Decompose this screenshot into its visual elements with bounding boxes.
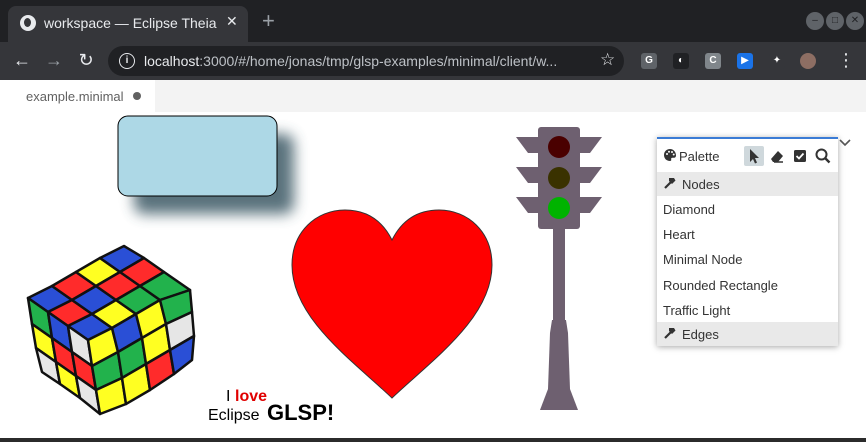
new-tab-button[interactable]: + [262,8,275,34]
bookmark-star-icon[interactable]: ☆ [600,50,615,70]
palette-header: Palette [657,139,838,172]
heart-node[interactable] [291,209,493,399]
forward-button[interactable]: → [42,50,66,71]
validate-tool-icon[interactable] [790,146,810,166]
hammer-icon [664,178,676,189]
c-extension-icon[interactable]: C [705,53,721,69]
text-eclipse[interactable]: Eclipse [208,407,260,424]
hammer-icon [664,328,676,339]
tool-palette: Palette Nodes Diamond Heart Minimal Node… [657,137,838,346]
circle-extension-icon[interactable]: ◐ [673,53,689,69]
tab-title: workspace — Eclipse Theia [44,15,217,31]
palette-group-label: Nodes [682,177,720,192]
text-i[interactable]: I [226,388,230,405]
reload-button[interactable]: ↻ [74,50,98,71]
traffic-light-node[interactable] [516,127,602,410]
rubiks-cube-image [26,244,196,416]
editor-tab-bar: example.minimal [0,80,866,112]
url-text[interactable]: localhost:3000/#/home/jonas/tmp/glsp-exa… [144,53,584,69]
avatar[interactable] [800,53,816,69]
palette-group-nodes[interactable]: Nodes [657,172,838,196]
g-extension-icon[interactable]: G [641,53,657,69]
palette-icon [664,149,676,161]
info-icon[interactable]: i [119,53,135,69]
eraser-tool-icon[interactable] [767,146,787,166]
editor-tab-label: example.minimal [26,89,124,104]
browser-tab[interactable]: workspace — Eclipse Theia ✕ [8,6,248,42]
address-bar[interactable]: i localhost:3000/#/home/jonas/tmp/glsp-e… [108,46,624,76]
text-glsp[interactable]: GLSP! [267,400,334,425]
tab-close-icon[interactable]: ✕ [226,13,238,30]
palette-item-traffic-light[interactable]: Traffic Light [663,303,730,318]
puzzle-extension-icon[interactable]: ✦ [769,53,785,69]
globe-icon [20,15,36,31]
palette-item-heart[interactable]: Heart [663,227,695,242]
palette-item-minimal-node[interactable]: Minimal Node [663,252,742,267]
browser-menu-button[interactable]: ⋮ [834,50,858,71]
palette-item-diamond[interactable]: Diamond [663,202,715,217]
palette-group-label: Edges [682,327,719,342]
text-love[interactable]: love [235,388,267,405]
close-window-button[interactable]: ✕ [846,12,864,30]
unsaved-indicator-icon[interactable] [133,92,141,100]
editor-tab[interactable]: example.minimal [0,80,155,112]
palette-group-edges[interactable]: Edges [657,322,838,346]
chevron-down-icon[interactable] [838,136,852,150]
camera-extension-icon[interactable]: ▶ [737,53,753,69]
minimize-button[interactable]: – [806,12,824,30]
back-button[interactable]: ← [10,50,34,71]
search-icon[interactable] [813,146,833,166]
rounded-rectangle-node[interactable] [117,115,294,214]
browser-toolbar: ← → ↻ i localhost:3000/#/home/jonas/tmp/… [0,42,866,80]
maximize-button[interactable]: □ [826,12,844,30]
pointer-tool-icon[interactable] [744,146,764,166]
palette-title: Palette [679,149,720,164]
palette-item-rounded-rectangle[interactable]: Rounded Rectangle [663,278,778,293]
browser-titlebar: workspace — Eclipse Theia ✕ + – □ ✕ [0,0,866,42]
